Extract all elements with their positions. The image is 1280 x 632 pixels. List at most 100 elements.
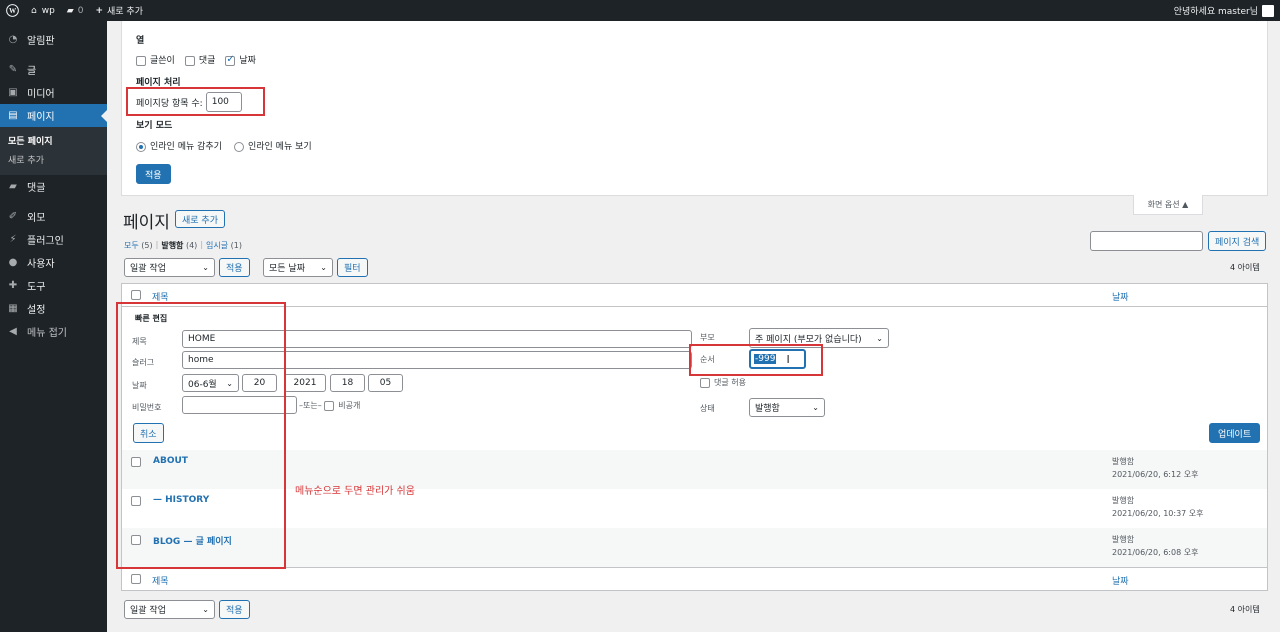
svg-text:W: W — [9, 7, 17, 15]
row-status: 발행함 — [1112, 535, 1135, 544]
hide-inline-radio[interactable] — [136, 141, 146, 152]
bulk-action-select[interactable]: 일괄 작업 ⌄ — [124, 258, 215, 277]
sidebar-item-appearance[interactable]: ✐ 외모 — [0, 205, 107, 228]
column-toggle-author[interactable]: 글쓴이 — [136, 53, 175, 66]
filter-button[interactable]: 필터 — [337, 258, 368, 277]
sidebar-item-dashboard[interactable]: ◔ 알림판 — [0, 28, 107, 51]
row-status: 발행함 — [1112, 496, 1135, 505]
column-toggles: 글쓴이 댓글 날짜 — [136, 53, 256, 66]
table-row: ABOUT 발행함 2021/06/20, 6:12 오후 — [121, 450, 1268, 489]
row-date: 2021/06/20, 10:37 오후 — [1112, 509, 1204, 518]
select-all-checkbox-footer[interactable] — [131, 574, 141, 584]
sidebar-item-posts[interactable]: ✎ 글 — [0, 58, 107, 81]
filter-draft[interactable]: 임시글 (1) — [206, 240, 242, 251]
chevron-down-icon: ⌄ — [876, 333, 883, 343]
screen-options-toggle[interactable]: 화면 옵션 ▲ — [1133, 195, 1203, 215]
table-footer: 제목 날짜 — [121, 567, 1268, 591]
page-search-button[interactable]: 페이지 검색 — [1208, 231, 1267, 251]
row-date: 2021/06/20, 6:08 오후 — [1112, 548, 1199, 557]
comments-link[interactable]: ▰ 0 — [61, 0, 90, 21]
table-row: — HISTORY 발행함 2021/06/20, 10:37 오후 — [121, 489, 1268, 528]
column-date-footer[interactable]: 날짜 — [1112, 574, 1129, 587]
pages-submenu: 모든 페이지 새로 추가 — [0, 127, 107, 175]
admin-bar: W ⌂ wp ▰ 0 + 새로 추가 안녕하세요 master님 — [0, 0, 1280, 21]
wrench-icon: ✚ — [8, 280, 18, 291]
pin-icon: ✎ — [8, 64, 18, 75]
column-toggle-date[interactable]: 날짜 — [225, 53, 256, 66]
status-select[interactable]: 발행함 ⌄ — [749, 398, 825, 417]
sidebar-item-comments[interactable]: ▰ 댓글 — [0, 175, 107, 198]
submenu-add-new[interactable]: 새로 추가 — [0, 150, 107, 169]
media-icon: ▣ — [8, 87, 18, 98]
annotation-text: 메뉴순으로 두면 관리가 쉬움 — [295, 486, 415, 497]
add-new-page-button[interactable]: 새로 추가 — [175, 210, 225, 228]
update-button[interactable]: 업데이트 — [1209, 423, 1261, 443]
filter-published[interactable]: 발행함 (4) — [161, 240, 197, 251]
page-title: 페이지 — [123, 213, 170, 233]
wordpress-logo-icon[interactable]: W — [0, 0, 25, 21]
hour-input[interactable]: 18 — [330, 374, 365, 392]
comment-icon: ▰ — [9, 181, 17, 192]
collapse-icon: ◀ — [9, 326, 17, 337]
sidebar-item-pages[interactable]: ▤ 페이지 — [0, 104, 107, 127]
items-count-bottom: 4 아이템 — [1230, 605, 1260, 614]
status-filters: 모두 (5) | 발행함 (4) | 임시글 (1) — [124, 240, 242, 251]
column-toggle-comments[interactable]: 댓글 — [184, 53, 215, 66]
sidebar-item-tools[interactable]: ✚ 도구 — [0, 274, 107, 297]
table-header: 제목 날짜 — [121, 283, 1268, 307]
view-mode-options: 인라인 메뉴 감추기 인라인 메뉴 보기 — [136, 139, 312, 152]
sidebar-item-media[interactable]: ▣ 미디어 — [0, 81, 107, 104]
view-mode-hide-inline[interactable]: 인라인 메뉴 감추기 — [136, 139, 222, 152]
highlight-per-page — [126, 87, 265, 116]
chevron-down-icon: ⌄ — [320, 263, 327, 272]
chevron-down-icon: ⌄ — [202, 263, 209, 272]
avatar — [1262, 4, 1274, 17]
minute-input[interactable]: 05 — [368, 374, 403, 392]
allow-comments-checkbox[interactable] — [700, 377, 710, 388]
private-checkbox[interactable] — [324, 400, 335, 411]
date-filter-select[interactable]: 모든 날짜 ⌄ — [263, 258, 333, 277]
year-input[interactable]: 2021 — [284, 374, 326, 392]
plugin-icon: ⚡ — [9, 234, 17, 245]
plus-icon: + — [95, 5, 103, 16]
column-date-header[interactable]: 날짜 — [1112, 290, 1129, 303]
sidebar-collapse[interactable]: ◀ 메뉴 접기 — [0, 320, 107, 343]
submenu-all-pages[interactable]: 모든 페이지 — [0, 131, 107, 150]
settings-icon: ▦ — [8, 303, 18, 314]
columns-legend: 열 — [136, 36, 145, 46]
bulk-apply-button[interactable]: 적용 — [219, 258, 250, 277]
quick-edit-panel: 빠른 편집 제목 HOME 슬러그 home 날짜 06-6월 ⌄ 20 2021… — [121, 307, 1268, 450]
highlight-page-list — [116, 302, 286, 569]
highlight-order-field — [689, 344, 823, 376]
table-row: BLOG — 글 페이지 발행함 2021/06/20, 6:08 오후 — [121, 528, 1268, 567]
select-all-checkbox[interactable] — [131, 290, 141, 300]
row-date: 2021/06/20, 6:12 오후 — [1112, 470, 1199, 479]
chevron-down-icon: ⌄ — [202, 605, 209, 614]
site-name-link[interactable]: ⌂ wp — [25, 0, 61, 21]
comments-checkbox[interactable] — [184, 55, 195, 66]
account-menu[interactable]: 안녕하세요 master님 — [1168, 0, 1280, 21]
chevron-down-icon: ⌄ — [812, 403, 819, 412]
dashboard-icon: ◔ — [8, 34, 18, 45]
bulk-apply-button-bottom[interactable]: 적용 — [219, 600, 250, 619]
bulk-action-select-bottom[interactable]: 일괄 작업 ⌄ — [124, 600, 215, 619]
status-label: 상태 — [700, 404, 715, 413]
admin-sidebar: ◔ 알림판 ✎ 글 ▣ 미디어 ▤ 페이지 모든 페이지 새로 추가 ▰ 댓글 ✐ 외모 ⚡… — [0, 21, 107, 632]
sidebar-item-plugins[interactable]: ⚡ 플러그인 — [0, 228, 107, 251]
filter-all[interactable]: 모두 (5) — [124, 240, 153, 251]
show-inline-radio[interactable] — [233, 141, 244, 152]
screen-options-apply-button[interactable]: 적용 — [136, 164, 171, 184]
view-mode-legend: 보기 모드 — [136, 121, 173, 131]
view-mode-show-inline[interactable]: 인라인 메뉴 보기 — [233, 139, 312, 152]
items-count-top: 4 아이템 — [1230, 263, 1260, 272]
new-content-link[interactable]: + 새로 추가 — [89, 0, 149, 21]
page-search-input[interactable] — [1090, 231, 1203, 251]
private-option: –또는– 비공개 — [299, 400, 361, 411]
sidebar-item-users[interactable]: ● 사용자 — [0, 251, 107, 274]
author-checkbox[interactable] — [136, 55, 146, 66]
sidebar-item-settings[interactable]: ▦ 설정 — [0, 297, 107, 320]
brush-icon: ✐ — [8, 211, 18, 222]
screen-options-panel: 열 글쓴이 댓글 날짜 페이지 처리 페이지당 항목 수: 100 보기 모드 … — [121, 21, 1268, 196]
column-title-footer[interactable]: 제목 — [152, 574, 169, 587]
date-checkbox[interactable] — [225, 54, 236, 66]
